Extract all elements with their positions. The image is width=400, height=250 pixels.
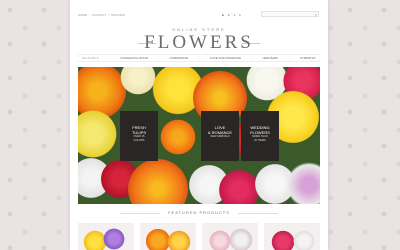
nav-item-bouquets[interactable]: BOUQUETS — [82, 56, 99, 60]
flower-image — [166, 229, 192, 250]
nav-separator: | — [158, 56, 160, 60]
nav-separator: | — [288, 56, 290, 60]
page-container: HOME / CONTACT / SITE MAP ■ $ ▾ ● ⌕ ONLI… — [70, 0, 328, 250]
separator: / — [108, 13, 109, 17]
nav-item-sympathy[interactable]: SYMPATHY — [300, 56, 316, 60]
cart-icon[interactable]: ■ — [222, 13, 224, 17]
lang-icon[interactable]: ▾ — [233, 13, 235, 17]
nav-separator: | — [109, 56, 110, 60]
top-link-contact[interactable]: CONTACT — [92, 13, 106, 17]
product-thumbnail[interactable] — [202, 223, 258, 250]
featured-products-title: FEATURED PRODUCTS — [168, 210, 230, 215]
flower-image — [292, 229, 316, 250]
hero-banner: FRESH TULIPS OVER 16 COLORS LOVE & ROMAN… — [78, 67, 320, 204]
nav-item-corporate[interactable]: CORPORATE — [169, 56, 188, 60]
nav-item-congratulation[interactable]: CONGRATULATION — [120, 56, 148, 60]
nav-separator: | — [198, 56, 200, 60]
product-thumbnail[interactable] — [264, 223, 320, 250]
promo-panel-tulips[interactable]: FRESH TULIPS OVER 16 COLORS — [120, 111, 158, 161]
product-thumbnail[interactable] — [78, 223, 134, 250]
product-thumbnail[interactable] — [140, 223, 196, 250]
separator: / — [89, 13, 90, 17]
search-icon[interactable]: ⌕ — [315, 12, 317, 17]
main-nav: BOUQUETS | CONGRATULATION | CORPORATE | … — [78, 54, 320, 62]
flower-image — [102, 227, 126, 250]
flower-image — [228, 227, 254, 250]
currency-icon[interactable]: $ — [228, 13, 230, 17]
flower-image — [128, 159, 188, 204]
promo-subtitle: COLORS — [133, 138, 145, 142]
nav-item-new-baby[interactable]: NEW BABY — [263, 56, 279, 60]
top-link-sitemap[interactable]: SITE MAP — [111, 13, 125, 17]
promo-panel-romance[interactable]: LOVE & ROMANCE NEW ARRIVALS — [201, 111, 239, 161]
promo-panel-wedding[interactable]: WEDDING FLOWERS MORE THAN 20 ITEMS — [241, 111, 279, 161]
top-bar: HOME / CONTACT / SITE MAP ■ $ ▾ ● ⌕ — [70, 10, 328, 20]
user-icon[interactable]: ● — [239, 13, 241, 17]
top-icons: ■ $ ▾ ● — [222, 13, 241, 17]
nav-separator: | — [251, 56, 253, 60]
flower-image — [158, 117, 198, 157]
nav-item-love-and-romance[interactable]: LOVE AND ROMANCE — [210, 56, 241, 60]
top-links: HOME / CONTACT / SITE MAP — [78, 13, 125, 17]
promo-subtitle: NEW ARRIVALS — [210, 135, 230, 138]
top-link-home[interactable]: HOME — [78, 13, 87, 17]
logo-title[interactable]: FLOWERS — [70, 33, 328, 53]
search-input[interactable]: ⌕ — [261, 11, 319, 17]
promo-subtitle: 20 ITEMS — [254, 138, 266, 142]
featured-products-list — [78, 223, 320, 250]
flower-image — [78, 107, 120, 161]
